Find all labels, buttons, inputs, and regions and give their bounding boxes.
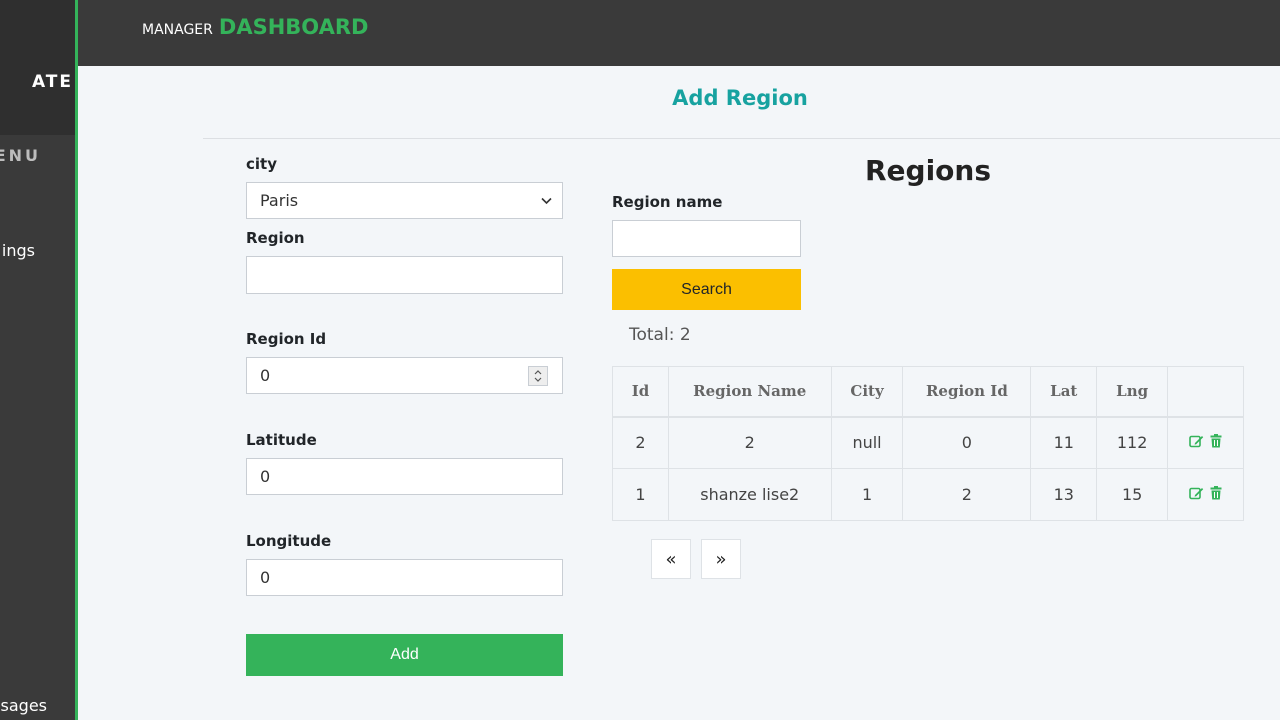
column-header-id[interactable]: Id <box>612 366 669 418</box>
longitude-input-value: 0 <box>260 568 271 587</box>
cell-city: 1 <box>830 468 904 521</box>
chevron-down-icon <box>541 194 552 208</box>
cell-lng: 15 <box>1096 468 1169 521</box>
spinner-icon[interactable] <box>528 366 548 386</box>
column-header-region-name[interactable]: Region Name <box>667 366 832 418</box>
sidebar-brand-text: ATE <box>31 72 73 92</box>
column-header-actions <box>1167 366 1244 418</box>
pagination-next[interactable]: » <box>701 539 741 579</box>
region-label: Region <box>246 229 305 247</box>
cell-lat: 13 <box>1030 468 1098 521</box>
latitude-label: Latitude <box>246 431 317 449</box>
dashboard-title: MANAGER DASHBOARD <box>142 15 368 39</box>
top-bar: MANAGER DASHBOARD <box>78 0 1280 66</box>
sidebar: ATE ENU ings sages <box>0 0 78 720</box>
regions-title: Regions <box>864 154 992 187</box>
sidebar-brand: ATE <box>0 0 75 135</box>
trash-icon[interactable] <box>1210 486 1222 500</box>
cell-id: 1 <box>612 468 669 521</box>
region-id-input[interactable]: 0 <box>246 357 563 394</box>
column-header-lat[interactable]: Lat <box>1030 366 1098 418</box>
row-actions <box>1189 434 1222 448</box>
edit-icon[interactable] <box>1189 486 1204 500</box>
city-label: city <box>246 155 277 173</box>
latitude-input-value: 0 <box>260 467 271 486</box>
edit-icon[interactable] <box>1189 434 1204 448</box>
cell-region-name: 2 <box>667 416 832 469</box>
sidebar-item-messages[interactable]: sages <box>1 696 47 715</box>
cell-actions <box>1167 416 1244 469</box>
page-title: Add Region <box>672 86 808 110</box>
cell-id: 2 <box>612 416 669 469</box>
region-name-label: Region name <box>612 193 723 211</box>
regions-table: Id Region Name City Region Id Lat Lng 2 … <box>612 366 1244 521</box>
table-row: 1 shanze lise2 1 2 13 15 <box>612 468 1244 521</box>
cell-region-id: 2 <box>902 468 1032 521</box>
latitude-input[interactable]: 0 <box>246 458 563 495</box>
search-button[interactable]: Search <box>612 269 801 310</box>
region-id-input-value: 0 <box>260 366 271 385</box>
region-name-search-input[interactable] <box>612 220 801 257</box>
region-input[interactable] <box>246 256 563 294</box>
region-id-label: Region Id <box>246 330 327 348</box>
sidebar-menu-heading: ENU <box>0 146 41 165</box>
table-header-row: Id Region Name City Region Id Lat Lng <box>612 366 1244 418</box>
table-row: 2 2 null 0 11 112 <box>612 416 1244 469</box>
total-count: Total: 2 <box>629 325 691 345</box>
cell-region-id: 0 <box>902 416 1032 469</box>
cell-region-name: shanze lise2 <box>667 468 832 521</box>
column-header-lng[interactable]: Lng <box>1096 366 1169 418</box>
sidebar-item-settings[interactable]: ings <box>2 241 35 260</box>
trash-icon[interactable] <box>1210 434 1222 448</box>
longitude-label: Longitude <box>246 532 332 550</box>
cell-lat: 11 <box>1030 416 1098 469</box>
column-header-region-id[interactable]: Region Id <box>902 366 1032 418</box>
section-divider <box>203 138 1280 139</box>
column-header-city[interactable]: City <box>830 366 904 418</box>
row-actions <box>1189 486 1222 500</box>
city-select[interactable]: Paris <box>246 182 563 219</box>
city-select-value: Paris <box>260 191 299 210</box>
cell-actions <box>1167 468 1244 521</box>
pagination-previous[interactable]: « <box>651 539 691 579</box>
longitude-input[interactable]: 0 <box>246 559 563 596</box>
title-manager: MANAGER <box>142 22 213 38</box>
add-button[interactable]: Add <box>246 634 563 676</box>
cell-city: null <box>830 416 904 469</box>
title-dashboard: DASHBOARD <box>218 15 369 39</box>
cell-lng: 112 <box>1096 416 1169 469</box>
